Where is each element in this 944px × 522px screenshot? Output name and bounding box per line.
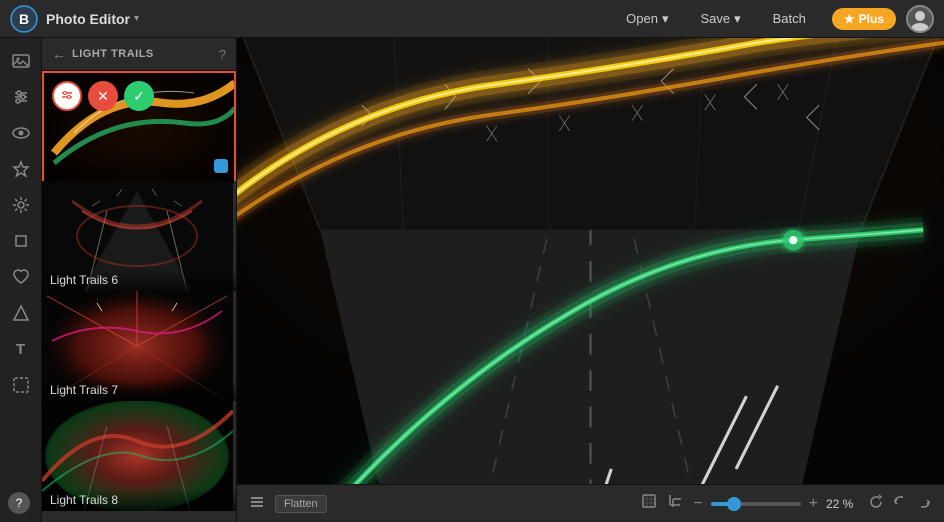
sidebar-item-crop[interactable] [6,226,36,256]
sidebar-item-effects[interactable] [6,190,36,220]
panel-header: ← LIGHT TRAILS ? [42,38,236,71]
zoom-out-button[interactable]: − [693,495,702,513]
layers-button[interactable] [249,496,265,512]
filter-drag-handle[interactable] [214,159,228,173]
filter-confirm-button[interactable]: ✓ [124,81,154,111]
fit-to-screen-button[interactable] [641,493,657,514]
canvas-area: Flatten − + 22 % [237,38,944,522]
filter-item-7[interactable]: Light Trails 7 [42,291,236,401]
bottom-right-buttons [868,494,932,514]
zoom-in-button[interactable]: + [809,495,818,513]
zoom-slider[interactable] [711,502,801,506]
filter-label-6: Light Trails 6 [42,269,236,291]
batch-button[interactable]: Batch [767,7,812,30]
filter-label-8: Light Trails 8 [42,489,236,511]
plus-button[interactable]: ★ Plus [832,8,896,30]
topbar-center: Open ▾ Save ▾ Batch [620,7,812,31]
avatar[interactable] [906,5,934,33]
save-button[interactable]: Save ▾ [694,7,746,31]
sidebar-item-heart[interactable] [6,262,36,292]
panel-back-button[interactable]: ← [52,46,66,62]
sidebar-item-favorites[interactable] [6,154,36,184]
filter-item-active[interactable]: ✕ ✓ [42,71,236,181]
app-name-chevron[interactable]: ▾ [134,13,139,24]
crop-button[interactable] [667,493,683,514]
svg-text:B: B [19,11,29,27]
zoom-controls: − + 22 % [693,495,858,513]
sidebar-item-texture[interactable] [6,370,36,400]
panel-help-button[interactable]: ? [219,47,226,62]
sidebar-item-image[interactable] [6,46,36,76]
panel-title: LIGHT TRAILS [72,48,213,60]
app-logo[interactable]: B [10,5,38,33]
topbar-right: ★ Plus [832,5,934,33]
main-canvas-svg [237,38,944,484]
undo-button[interactable] [892,494,908,514]
flatten-button[interactable]: Flatten [275,495,327,513]
main-area: T ← LIGHT TRAILS ? [0,38,944,522]
filter-panel: ← LIGHT TRAILS ? [42,38,237,522]
topbar: B Photo Editor ▾ Open ▾ Save ▾ Batch ★ P… [0,0,944,38]
filter-adjust-button[interactable] [52,81,82,111]
sidebar-item-shape[interactable] [6,298,36,328]
star-icon: ★ [844,12,855,26]
app-name: Photo Editor [46,11,130,27]
sidebar-item-adjustments[interactable] [6,82,36,112]
open-button[interactable]: Open ▾ [620,7,674,31]
zoom-value: 22 % [826,497,858,511]
filter-label-7: Light Trails 7 [42,379,236,401]
filter-controls: ✕ ✓ [52,81,154,111]
filter-item-6[interactable]: Light Trails 6 [42,181,236,291]
help-button[interactable]: ? [8,492,30,514]
icon-sidebar: T [0,38,42,522]
canvas-image[interactable] [237,38,944,484]
filter-list: ✕ ✓ [42,71,236,522]
rotate-button[interactable] [868,494,884,514]
redo-button[interactable] [916,494,932,514]
filter-cancel-button[interactable]: ✕ [88,81,118,111]
sidebar-item-text[interactable]: T [6,334,36,364]
filter-item-8[interactable]: Light Trails 8 [42,401,236,511]
sidebar-item-view[interactable] [6,118,36,148]
canvas-bottom: Flatten − + 22 % [237,484,944,522]
